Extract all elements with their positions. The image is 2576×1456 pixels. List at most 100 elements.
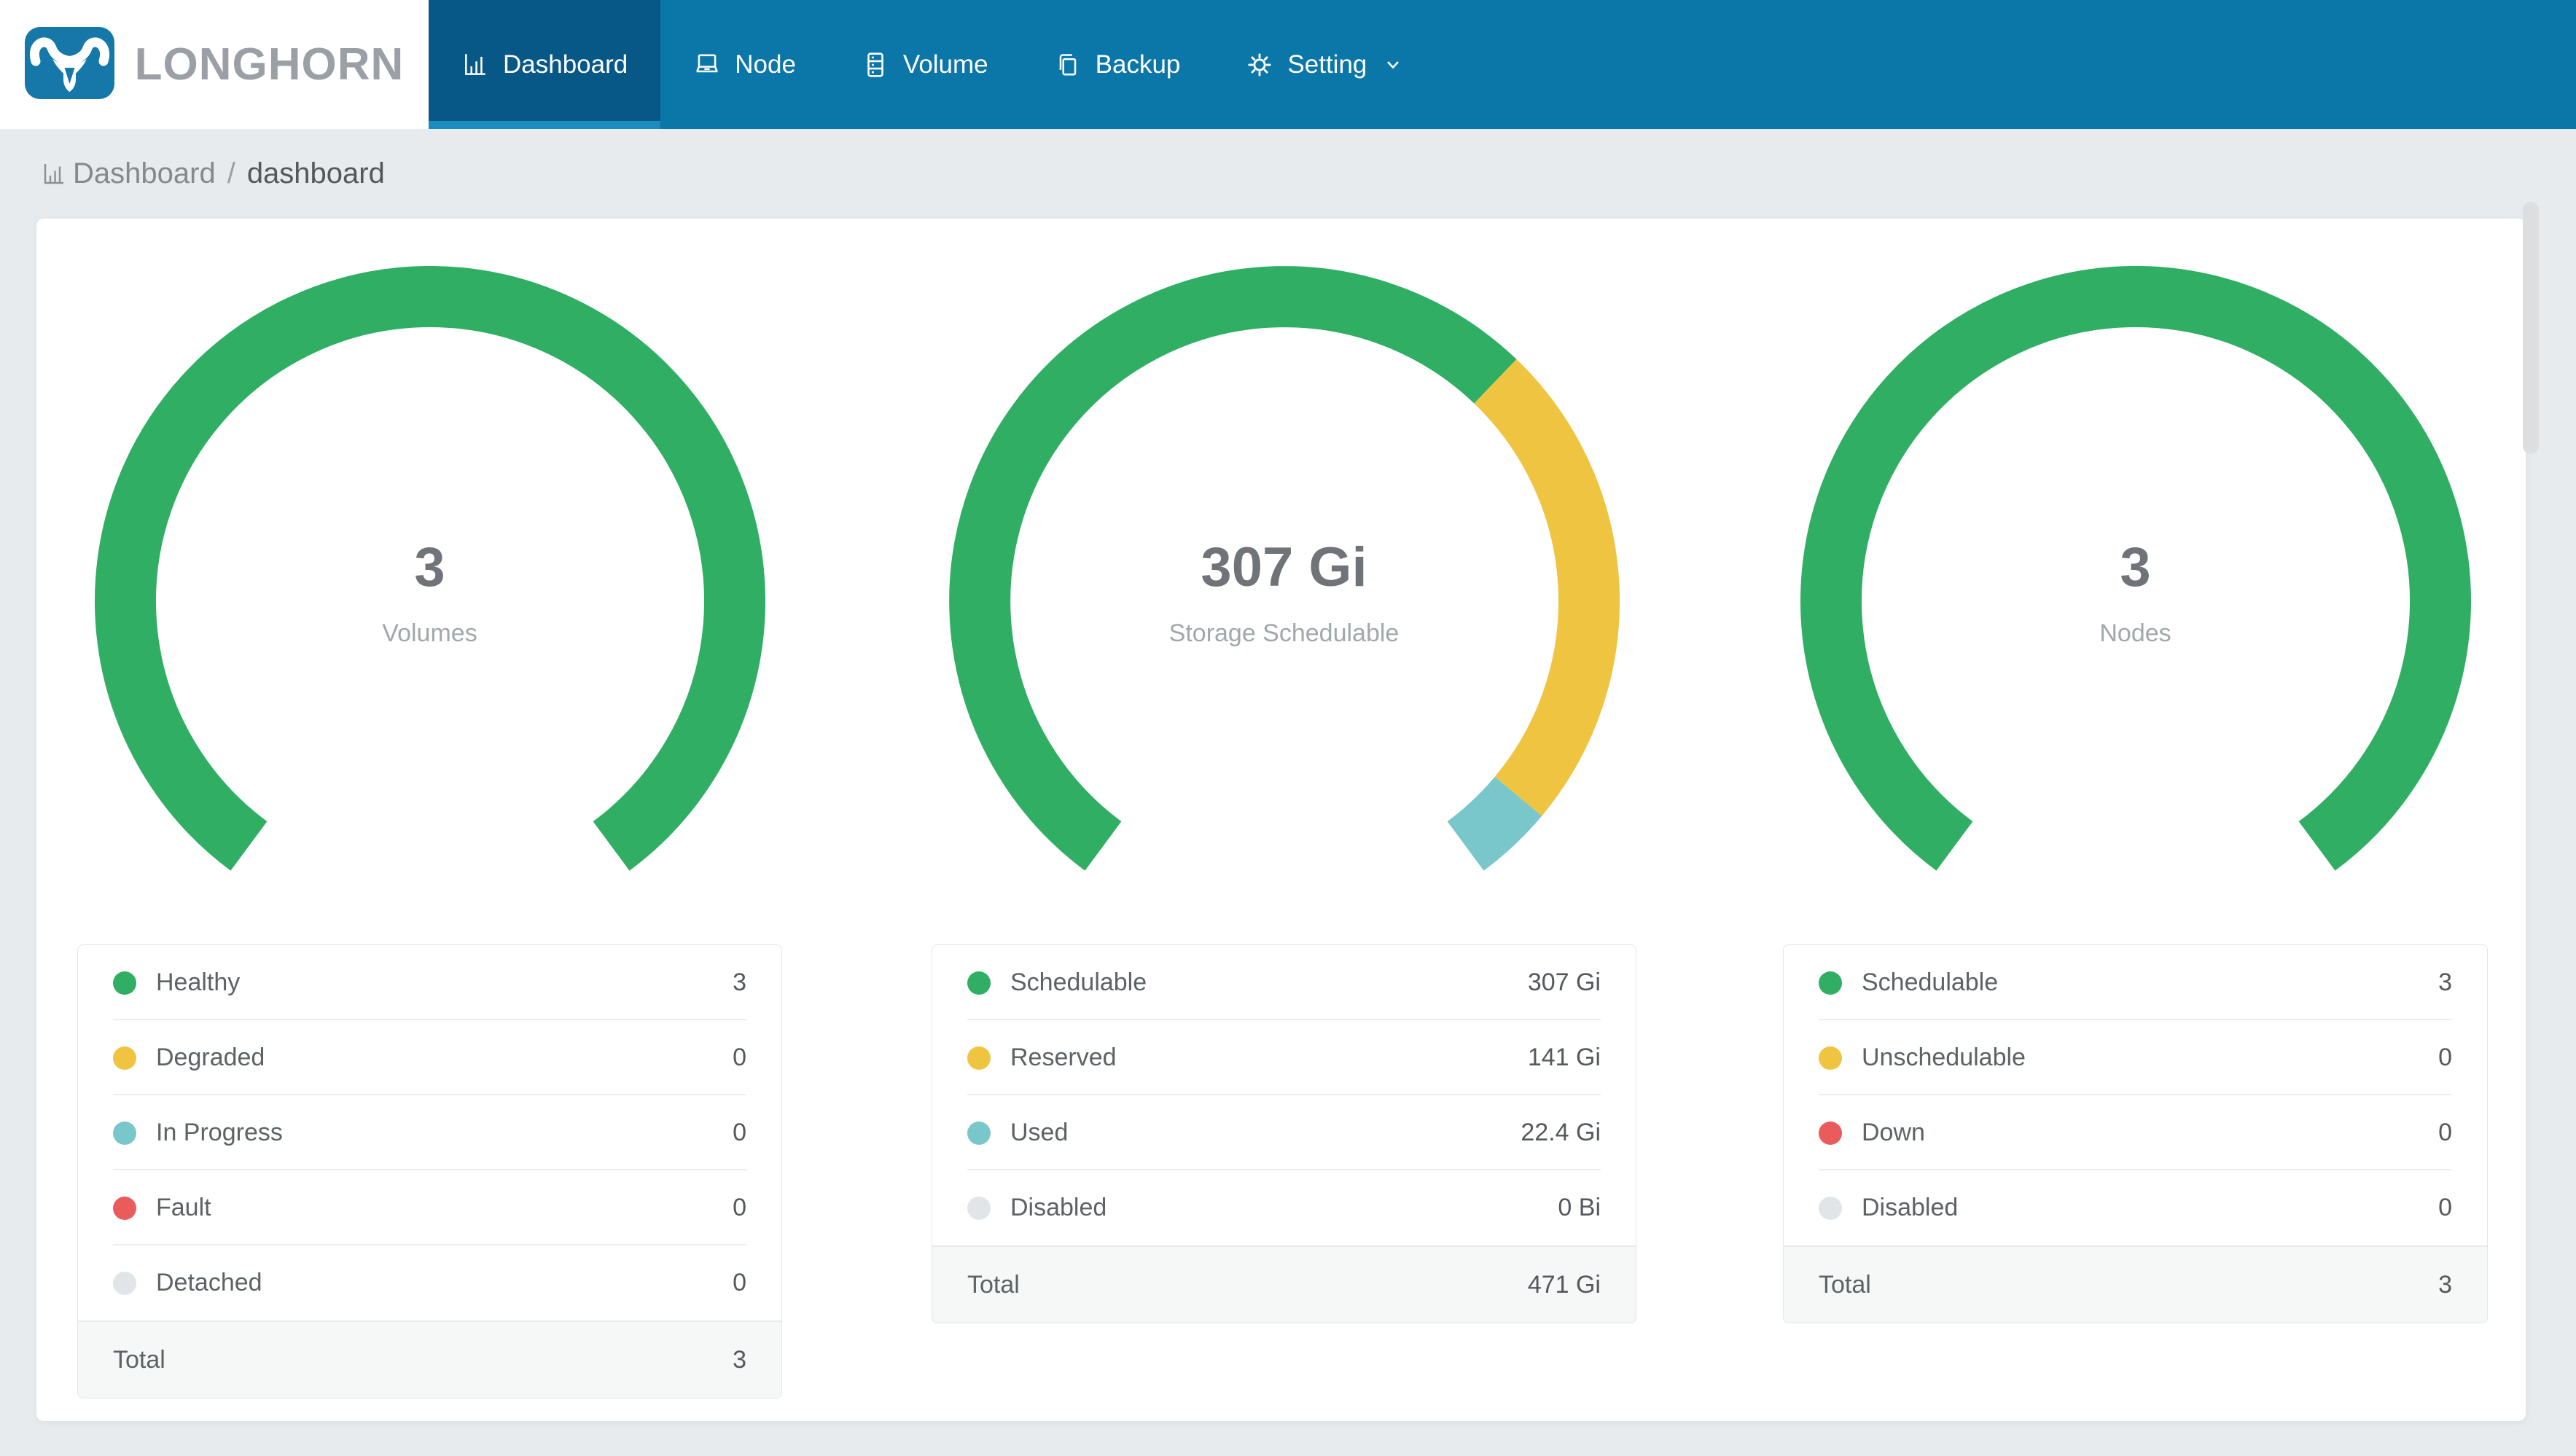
gauge-wrap: 307 Gi Storage Schedulable xyxy=(948,266,1620,936)
legend-label: Unschedulable xyxy=(1862,1044,2026,1071)
bar-chart-icon xyxy=(461,51,489,79)
nav-item-label: Setting xyxy=(1287,50,1367,79)
legend-label: Reserved xyxy=(1010,1044,1117,1071)
logo-text: LONGHORN xyxy=(134,39,405,90)
volumes-segment-healthy xyxy=(94,266,765,871)
volumes-legend-table: Healthy 3 Degraded 0 In Progress 0 Fault 0 Detac… xyxy=(77,944,782,1398)
storage-segment-schedulable xyxy=(948,266,1516,871)
legend-value: 0 xyxy=(733,1119,746,1146)
total-label: Total xyxy=(1819,1270,1871,1299)
nav-item-dashboard[interactable]: Dashboard xyxy=(429,0,661,129)
nav-item-label: Dashboard xyxy=(503,50,628,79)
legend-label: In Progress xyxy=(156,1119,283,1146)
nav-item-label: Backup xyxy=(1095,50,1181,79)
legend-row-used: Used 22.4 Gi xyxy=(932,1095,1636,1170)
nav-item-setting[interactable]: Setting xyxy=(1213,0,1437,129)
legend-value: 0 xyxy=(733,1044,746,1071)
legend-row-unschedulable: Unschedulable 0 xyxy=(1784,1020,2487,1095)
legend-row-down: Down 0 xyxy=(1784,1095,2487,1170)
legend-value: 307 Gi xyxy=(1527,968,1601,996)
legend-label: Down xyxy=(1862,1119,1925,1146)
legend-value: 22.4 Gi xyxy=(1521,1119,1601,1146)
total-value: 3 xyxy=(2438,1270,2452,1299)
legend-value: 141 Gi xyxy=(1527,1044,1601,1071)
breadcrumb-current-page: dashboard xyxy=(246,157,385,189)
nav-menu: Dashboard Node Volume Backup Setting xyxy=(429,0,1437,129)
nav-item-volume[interactable]: Volume xyxy=(829,0,1021,129)
storage-segment-reserved xyxy=(1473,359,1620,816)
logo[interactable]: LONGHORN xyxy=(0,0,429,129)
legend-dot xyxy=(1819,1196,1842,1220)
legend-label: Degraded xyxy=(156,1044,265,1071)
bar-chart-icon xyxy=(41,161,67,187)
breadcrumb-dashboard-link[interactable]: Dashboard xyxy=(73,157,216,190)
legend-label: Schedulable xyxy=(1010,968,1147,996)
legend-label: Disabled xyxy=(1010,1194,1107,1221)
gear-icon xyxy=(1246,51,1273,79)
legend-value: 0 xyxy=(2438,1119,2452,1146)
legend-dot xyxy=(1819,1121,1842,1145)
storage-legend-table: Schedulable 307 Gi Reserved 141 Gi Used 22.4 … xyxy=(932,944,1636,1323)
nav-item-backup[interactable]: Backup xyxy=(1021,0,1214,129)
legend-dot xyxy=(113,1271,136,1295)
nodes-gauge xyxy=(1800,266,2471,871)
gauge-wrap: 3 Volumes xyxy=(94,266,765,936)
legend-dot xyxy=(113,1046,136,1070)
legend-row-fault: Fault 0 xyxy=(78,1170,781,1245)
legend-value: 3 xyxy=(733,968,746,996)
legend-row-schedulable: Schedulable 307 Gi xyxy=(932,945,1636,1020)
laptop-icon xyxy=(693,51,721,79)
total-label: Total xyxy=(113,1345,165,1374)
dashboard-card: 3 Volumes Healthy 3 Degraded 0 In Progress 0 F… xyxy=(36,219,2526,1421)
legend-dot xyxy=(967,1196,991,1220)
server-icon xyxy=(862,51,889,79)
legend-value: 0 xyxy=(733,1194,746,1221)
chart-column-nodes: 3 Nodes Schedulable 3 Unschedulable 0 Down 0 D… xyxy=(1783,219,2488,1323)
nodes-legend-table: Schedulable 3 Unschedulable 0 Down 0 Disabled 0… xyxy=(1783,944,2488,1323)
legend-row-disabled: Disabled 0 Bi xyxy=(932,1170,1636,1245)
legend-row-in-progress: In Progress 0 xyxy=(78,1095,781,1170)
scrollbar-thumb[interactable] xyxy=(2523,202,2539,454)
legend-value: 3 xyxy=(2438,968,2452,996)
legend-dot xyxy=(113,1196,136,1220)
legend-label: Disabled xyxy=(1862,1194,1959,1221)
breadcrumb-separator: / xyxy=(227,157,235,189)
total-value: 3 xyxy=(733,1345,746,1374)
legend-row-degraded: Degraded 0 xyxy=(78,1020,781,1095)
storage-gauge xyxy=(948,266,1620,871)
legend-value: 0 xyxy=(2438,1044,2452,1071)
storage-segment-used xyxy=(1446,776,1542,871)
nodes-segment-schedulable xyxy=(1800,266,2471,871)
total-value: 471 Gi xyxy=(1527,1270,1601,1299)
chart-column-storage: 307 Gi Storage Schedulable Schedulable 30… xyxy=(932,219,1636,1323)
volumes-gauge xyxy=(94,266,765,871)
legend-dot xyxy=(1819,1046,1842,1070)
legend-label: Fault xyxy=(156,1194,211,1221)
legend-dot xyxy=(1819,971,1842,995)
nav-item-label: Node xyxy=(735,50,796,79)
legend-dot xyxy=(967,1046,991,1070)
copy-icon xyxy=(1054,51,1082,79)
legend-row-detached: Detached 0 xyxy=(78,1245,781,1320)
legend-row-reserved: Reserved 141 Gi xyxy=(932,1020,1636,1095)
chevron-down-icon xyxy=(1382,54,1404,76)
legend-dot xyxy=(113,1121,136,1145)
longhorn-bull-icon xyxy=(24,26,114,103)
legend-value: 0 xyxy=(733,1269,746,1296)
total-label: Total xyxy=(967,1270,1020,1299)
nav-item-label: Volume xyxy=(902,50,988,79)
legend-row-healthy: Healthy 3 xyxy=(78,945,781,1020)
legend-row-disabled: Disabled 0 xyxy=(1784,1170,2487,1245)
legend-dot xyxy=(967,1121,991,1145)
legend-dot xyxy=(967,971,991,995)
legend-total-row: Total 3 xyxy=(1784,1245,2487,1323)
legend-value: 0 Bi xyxy=(1558,1194,1601,1221)
nav-item-node[interactable]: Node xyxy=(660,0,829,129)
legend-label: Schedulable xyxy=(1862,968,1999,996)
breadcrumb: Dashboard / dashboard xyxy=(0,129,385,219)
legend-dot xyxy=(113,971,136,995)
legend-value: 0 xyxy=(2438,1194,2452,1221)
legend-label: Used xyxy=(1010,1119,1069,1146)
legend-label: Healthy xyxy=(156,968,241,996)
legend-total-row: Total 471 Gi xyxy=(932,1245,1636,1323)
